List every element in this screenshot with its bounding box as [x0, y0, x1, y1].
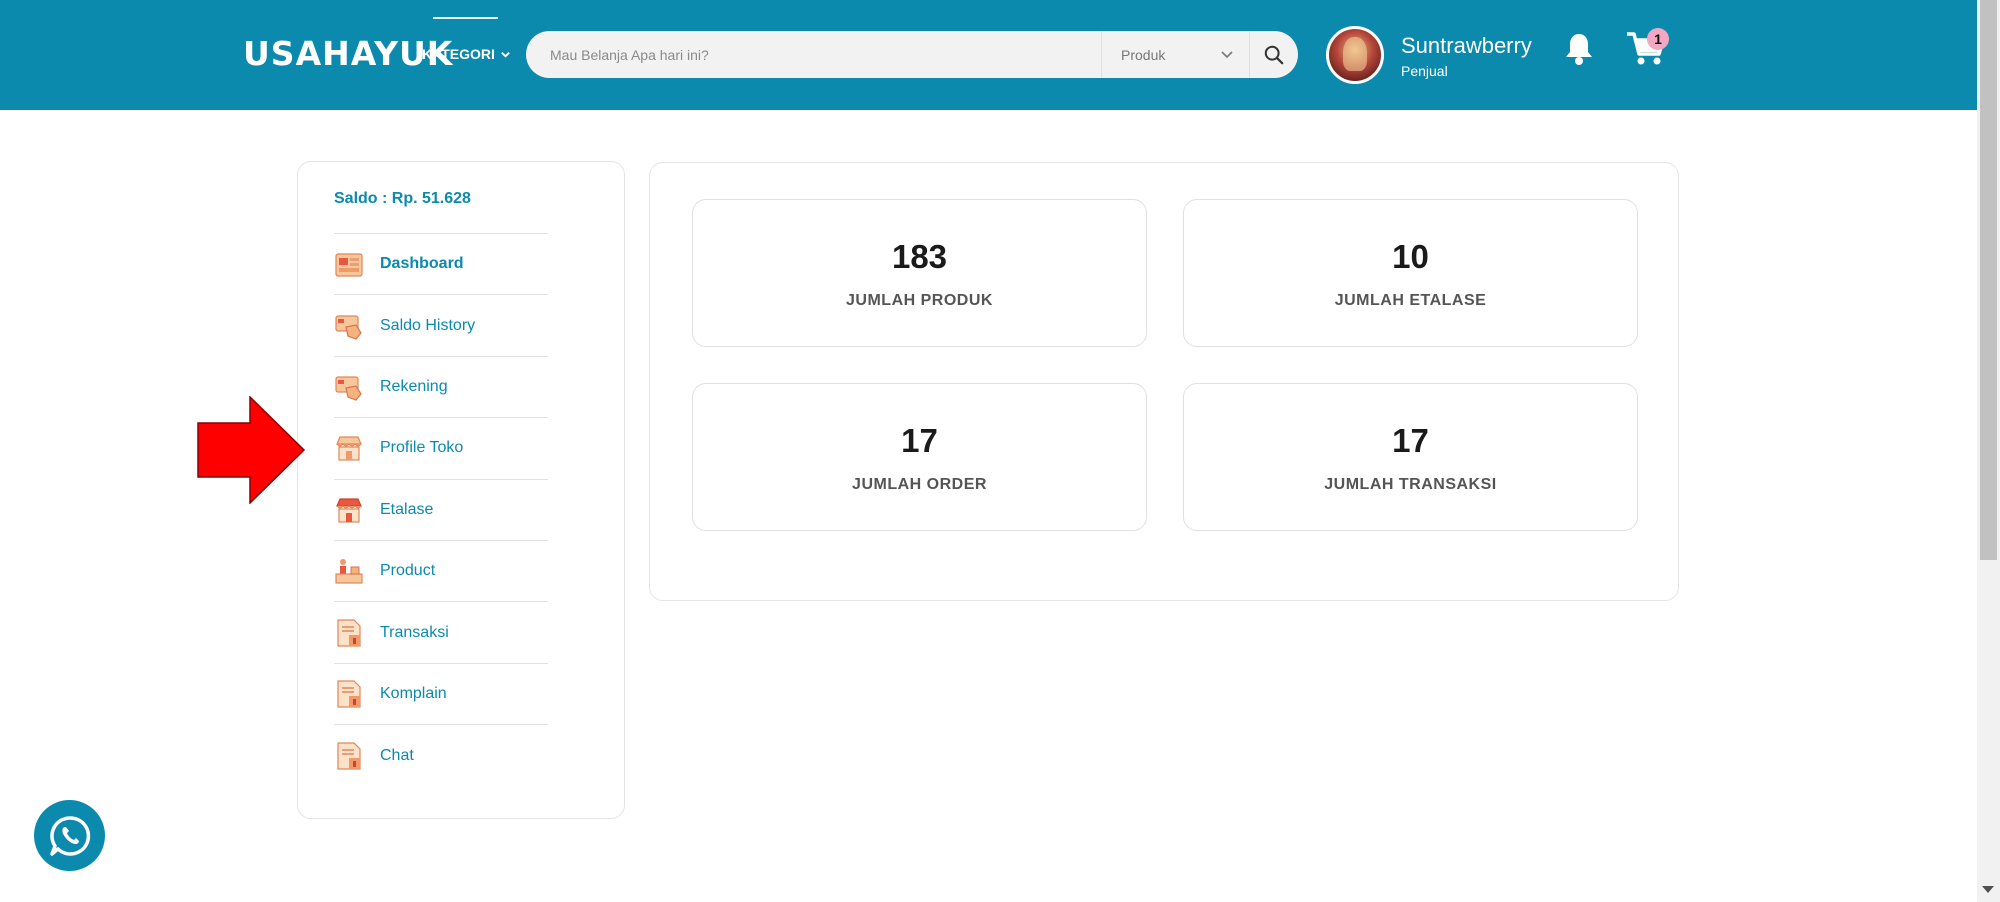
- cart-count-badge: 1: [1647, 28, 1669, 50]
- sidebar-item-label: Etalase: [380, 500, 434, 518]
- transaksi-icon: [337, 618, 361, 647]
- stat-card-etalase: 10 JUMLAH ETALASE: [1183, 199, 1638, 347]
- seller-sidebar: Saldo : Rp. 51.628 Dashboard Saldo Histo…: [297, 161, 625, 819]
- stat-label: JUMLAH PRODUK: [846, 292, 993, 309]
- komplain-icon: [337, 680, 361, 708]
- sidebar-item-label: Profile Toko: [380, 439, 464, 457]
- bell-icon[interactable]: [1563, 31, 1595, 67]
- sidebar-item-label: Saldo History: [380, 316, 476, 334]
- stat-label: JUMLAH ORDER: [852, 476, 987, 493]
- search-category-select[interactable]: Produk: [1101, 31, 1249, 78]
- scroll-down-arrow-icon[interactable]: [1982, 886, 1994, 893]
- whatsapp-icon: [49, 815, 90, 856]
- user-role: Penjual: [1401, 63, 1448, 79]
- dashboard-icon: [335, 253, 363, 277]
- stat-card-transaksi: 17 JUMLAH TRANSAKSI: [1183, 383, 1638, 531]
- stat-value: 17: [901, 422, 938, 459]
- kategori-label: KATEGORI: [422, 46, 495, 62]
- product-icon: [335, 559, 363, 584]
- red-arrow-annotation: [197, 396, 306, 504]
- sidebar-item-label: Rekening: [380, 377, 448, 395]
- search-button[interactable]: [1249, 31, 1298, 78]
- sidebar-item-label: Chat: [380, 746, 414, 764]
- stats-panel: 183 JUMLAH PRODUK 10 JUMLAH ETALASE 17 J…: [649, 162, 1679, 601]
- top-header: USAHAYUK KATEGORI Produk Suntrawberry Pe…: [0, 0, 1977, 110]
- store-icon: [336, 436, 362, 461]
- stat-card-produk: 183 JUMLAH PRODUK: [692, 199, 1147, 347]
- search-bar: Produk: [526, 31, 1298, 78]
- search-category-value: Produk: [1121, 46, 1166, 63]
- sidebar-item-etalase[interactable]: Etalase: [334, 480, 548, 541]
- search-input[interactable]: [550, 31, 1110, 78]
- kategori-dropdown[interactable]: KATEGORI: [422, 46, 511, 62]
- stat-value: 10: [1392, 238, 1429, 275]
- chat-icon: [337, 742, 361, 770]
- sidebar-item-label: Dashboard: [380, 255, 464, 273]
- sidebar-item-label: Product: [380, 562, 436, 580]
- sidebar-item-saldo-history[interactable]: Saldo History: [334, 295, 548, 357]
- sidebar-item-komplain[interactable]: Komplain: [334, 664, 548, 726]
- user-avatar[interactable]: [1326, 26, 1384, 84]
- sidebar-item-product[interactable]: Product: [334, 541, 548, 603]
- sidebar-item-label: Komplain: [380, 684, 447, 702]
- sidebar-item-profile-toko[interactable]: Profile Toko: [334, 418, 548, 480]
- stat-label: JUMLAH ETALASE: [1334, 292, 1487, 309]
- sidebar-menu: Dashboard Saldo History Rekening Profile…: [334, 233, 548, 787]
- etalase-icon: [336, 498, 362, 523]
- whatsapp-button[interactable]: [34, 800, 105, 871]
- sidebar-item-chat[interactable]: Chat: [334, 725, 548, 786]
- chevron-down-icon: [1221, 51, 1233, 59]
- page-scrollbar[interactable]: [1977, 0, 2000, 902]
- scrollbar-thumb[interactable]: [1980, 0, 1997, 560]
- saldo-balance: Saldo : Rp. 51.628: [334, 190, 471, 207]
- rekening-icon: [335, 376, 362, 401]
- stat-label: JUMLAH TRANSAKSI: [1324, 476, 1497, 493]
- sidebar-item-rekening[interactable]: Rekening: [334, 357, 548, 419]
- header-accent-line: [433, 17, 498, 19]
- search-icon: [1264, 45, 1284, 64]
- sidebar-item-label: Transaksi: [380, 623, 449, 641]
- stat-value: 183: [891, 238, 948, 275]
- sidebar-item-transaksi[interactable]: Transaksi: [334, 602, 548, 664]
- user-name[interactable]: Suntrawberry: [1401, 33, 1532, 59]
- sidebar-item-dashboard[interactable]: Dashboard: [334, 234, 548, 296]
- saldo-history-icon: [335, 314, 362, 340]
- chevron-down-icon: [501, 51, 510, 58]
- stat-card-order: 17 JUMLAH ORDER: [692, 383, 1147, 531]
- stat-value: 17: [1392, 422, 1429, 459]
